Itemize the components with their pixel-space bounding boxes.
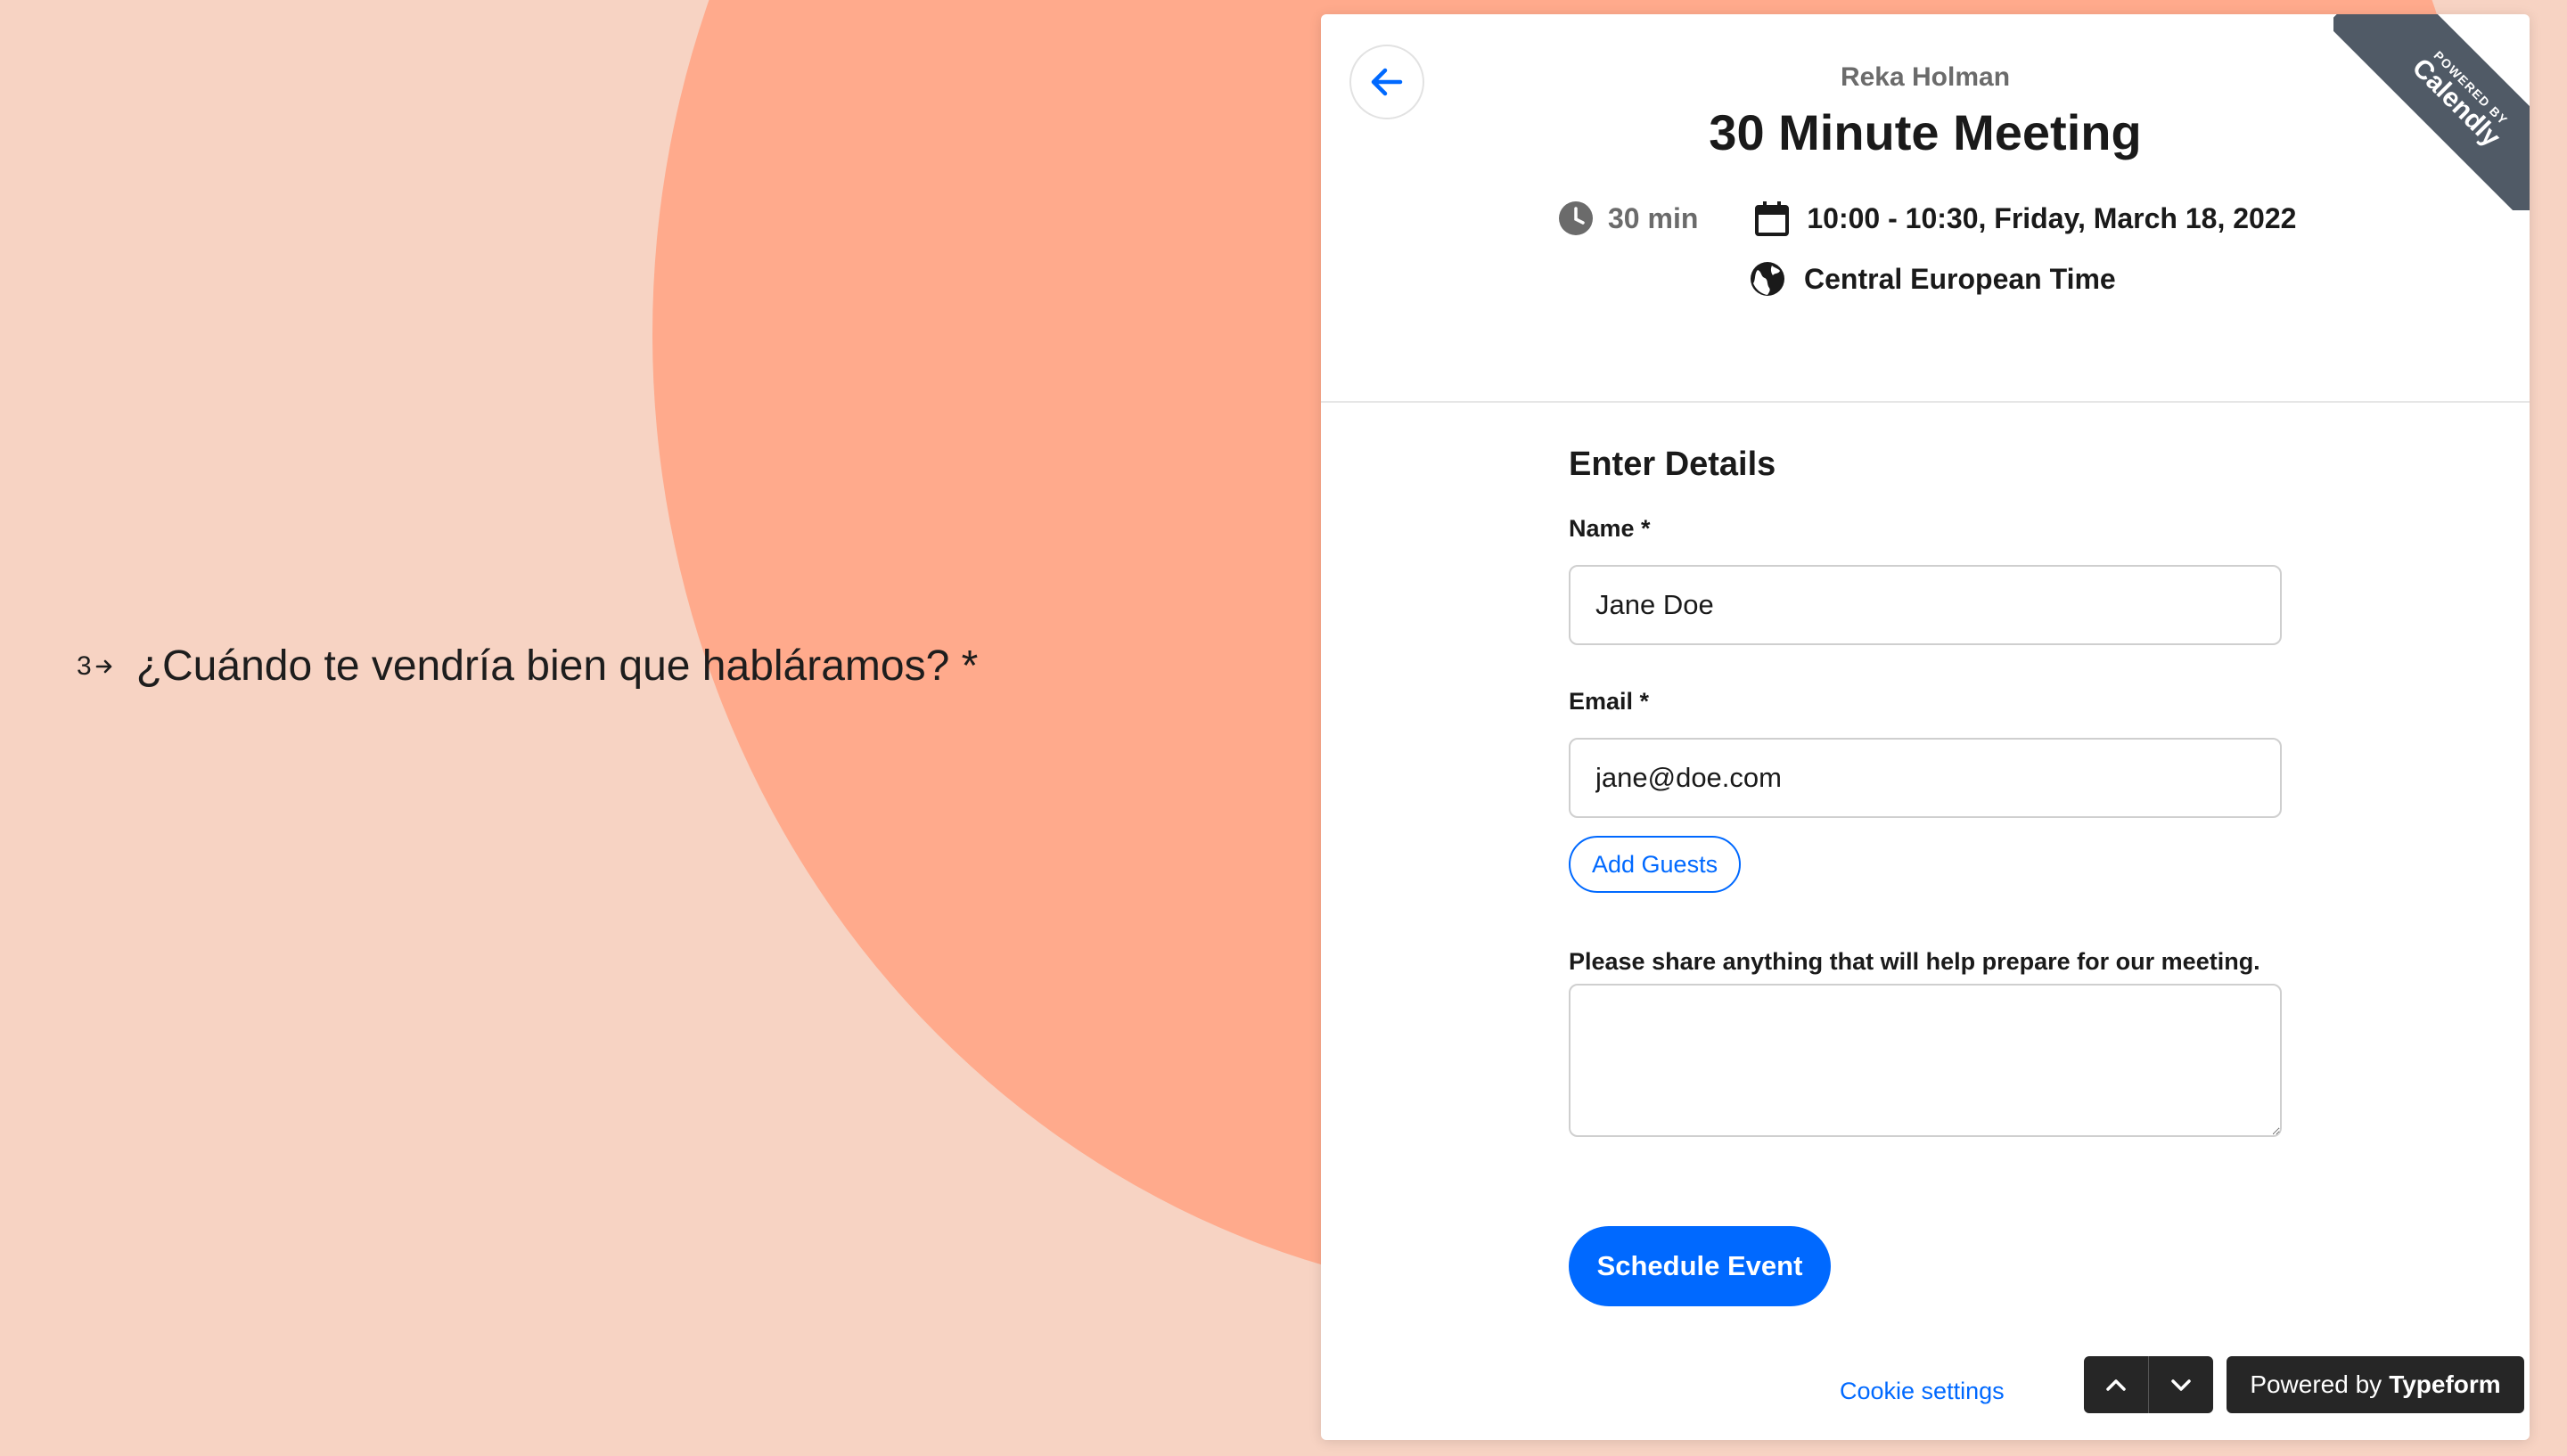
calendly-scheduling-panel: POWERED BY Calendly Reka Holman 30 Minut…: [1321, 14, 2530, 1440]
datetime-item: 10:00 - 10:30, Friday, March 18, 2022: [1753, 200, 2296, 237]
timezone-text: Central European Time: [1804, 262, 2116, 295]
form-heading: Enter Details: [1569, 446, 1776, 483]
previous-question-button[interactable]: [2084, 1356, 2149, 1413]
notes-label: Please share anything that will help pre…: [1569, 948, 2260, 975]
header-divider: [1321, 401, 2530, 403]
question-number: 3: [77, 651, 115, 682]
email-input[interactable]: [1569, 738, 2282, 818]
host-name: Reka Holman: [1840, 62, 2011, 92]
question-prompt: 3 ¿Cuándo te vendría bien que habláramos…: [77, 642, 978, 691]
duration-text: 30 min: [1608, 201, 1699, 234]
chevron-up-icon: [2106, 1379, 2126, 1391]
powered-by-typeform-button[interactable]: Powered by Typeform: [2227, 1356, 2524, 1413]
timezone-item: Central European Time: [1749, 260, 2116, 298]
schedule-event-button[interactable]: Schedule Event: [1569, 1226, 1831, 1306]
email-label: Email *: [1569, 688, 1650, 715]
duration-item: 30 min: [1558, 200, 1698, 236]
name-label: Name *: [1569, 515, 1651, 542]
arrow-right-icon: [95, 659, 111, 673]
notes-textarea[interactable]: [1569, 984, 2282, 1137]
next-question-button[interactable]: [2149, 1356, 2213, 1413]
question-navigation: [2084, 1356, 2213, 1413]
event-title: 30 Minute Meeting: [1709, 104, 2142, 160]
calendar-icon: [1755, 201, 1790, 236]
cookie-settings-link[interactable]: Cookie settings: [1840, 1378, 2005, 1405]
clock-icon: [1559, 201, 1593, 235]
event-meta-row: 30 min 10:00 - 10:30, Friday, March 18, …: [1558, 200, 2296, 237]
powered-prefix: Powered by: [2250, 1370, 2382, 1398]
datetime-text: 10:00 - 10:30, Friday, March 18, 2022: [1807, 201, 2297, 234]
add-guests-button[interactable]: Add Guests: [1569, 836, 1742, 893]
chevron-down-icon: [2171, 1379, 2191, 1391]
name-input[interactable]: [1569, 565, 2282, 645]
question-text: ¿Cuándo te vendría bien que habláramos? …: [135, 642, 979, 690]
typeform-brand: Typeform: [2389, 1370, 2501, 1398]
globe-icon: [1751, 262, 1784, 296]
